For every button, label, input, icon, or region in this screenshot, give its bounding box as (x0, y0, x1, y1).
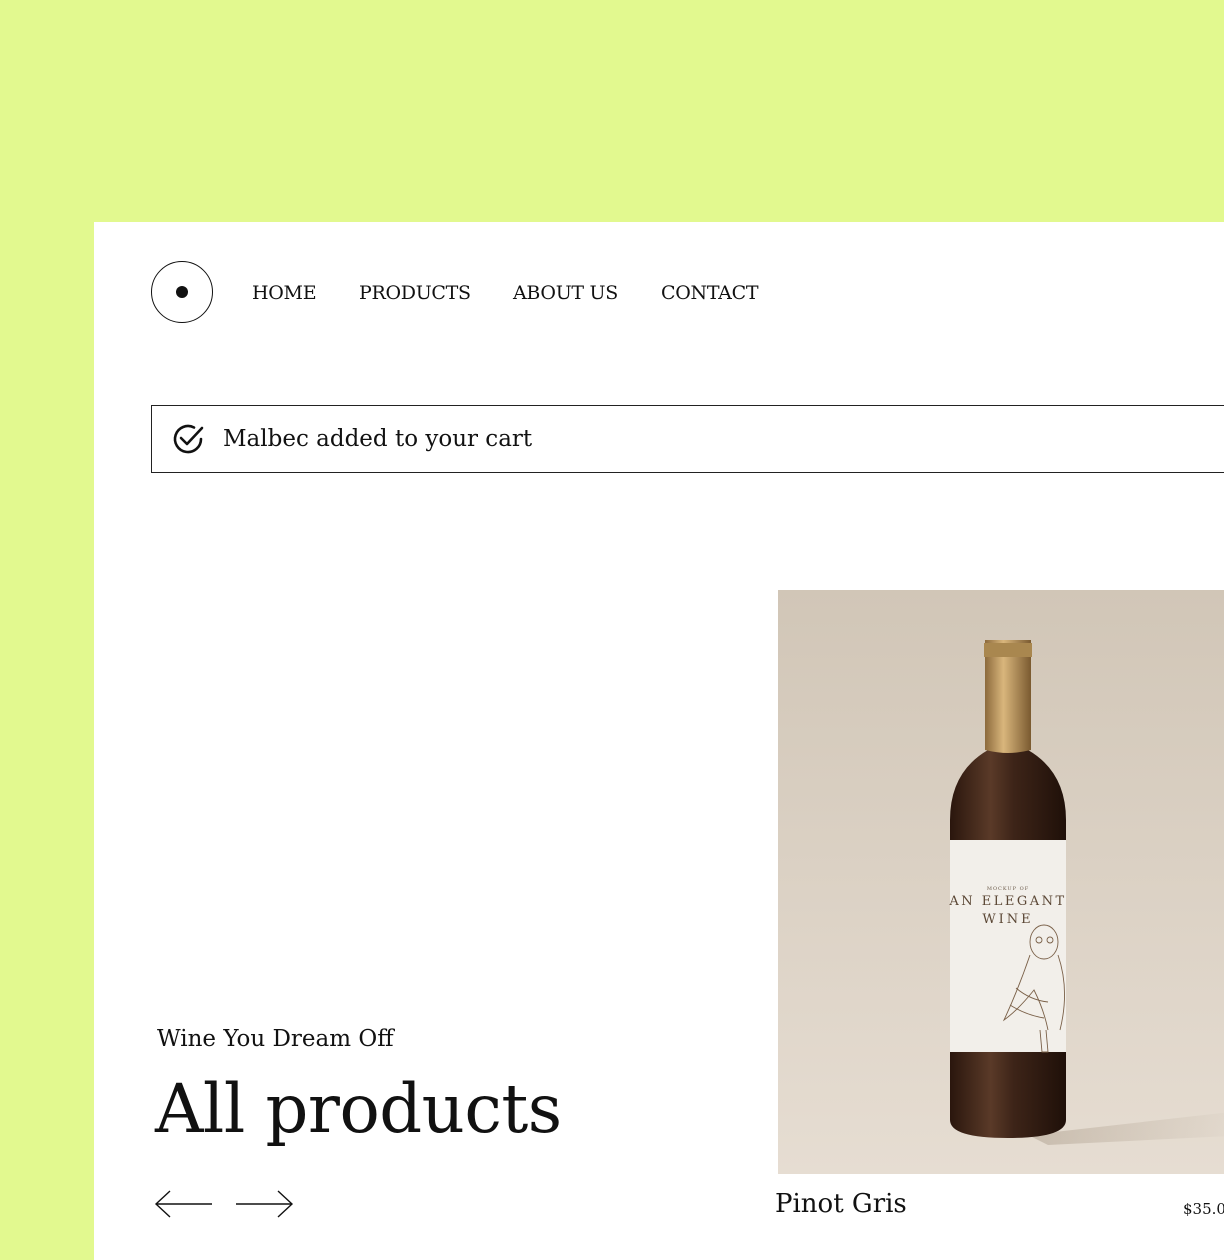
page-panel: HOME PRODUCTS ABOUT US CONTACT Malbec ad… (94, 222, 1224, 1260)
product-name[interactable]: Pinot Gris (775, 1189, 907, 1219)
nav-products[interactable]: PRODUCTS (359, 280, 471, 306)
arrow-left-icon[interactable] (154, 1190, 214, 1218)
label-line1-text: AN ELEGANT (948, 894, 1066, 909)
check-circle-icon (173, 424, 204, 454)
notification-message: Malbec added to your cart (223, 426, 533, 452)
logo-button[interactable] (151, 261, 213, 323)
cart-notification: Malbec added to your cart (151, 405, 1224, 473)
arrow-right-icon[interactable] (234, 1190, 294, 1218)
label-line2-text: WINE (982, 912, 1033, 927)
nav-contact[interactable]: CONTACT (661, 280, 759, 306)
logo-dot-icon (176, 286, 188, 298)
product-image[interactable]: MOCKUP OF AN ELEGANT WINE (778, 590, 1224, 1174)
nav-about-us[interactable]: ABOUT US (513, 280, 618, 306)
nav-home[interactable]: HOME (252, 280, 317, 306)
hero-subtitle: Wine You Dream Off (157, 1026, 394, 1052)
wine-bottle-image: MOCKUP OF AN ELEGANT WINE (778, 590, 1224, 1174)
label-top-text: MOCKUP OF (987, 886, 1029, 892)
page-title: All products (155, 1070, 562, 1148)
product-price: $35.00 (1183, 1200, 1224, 1218)
